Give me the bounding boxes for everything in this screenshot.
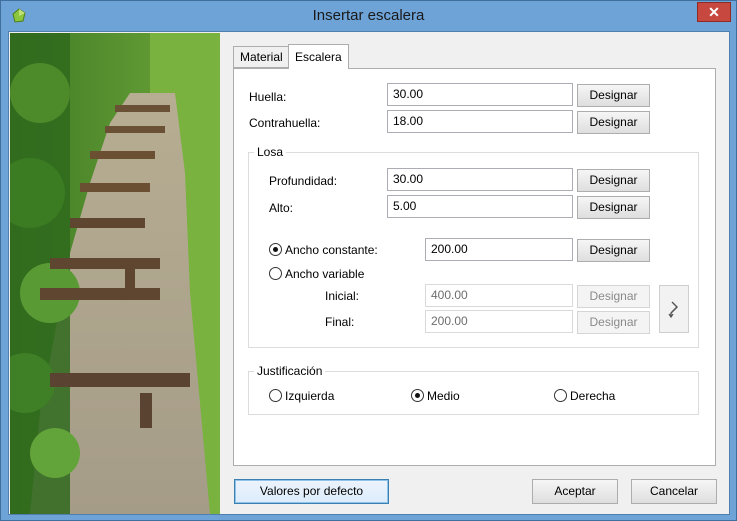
losa-legend: Losa (254, 145, 287, 159)
profundidad-designar-button[interactable]: Designar (577, 169, 650, 192)
derecha-radio[interactable] (554, 389, 567, 402)
alto-label: Alto: (269, 201, 294, 215)
contrahuella-input[interactable]: 18.00 (387, 110, 573, 133)
huella-label: Huella: (249, 90, 287, 104)
cancel-button[interactable]: Cancelar (631, 479, 717, 504)
profundidad-label: Profundidad: (269, 174, 338, 188)
dialog-window: Insertar escalera ✕ Material Escalera Hu… (0, 0, 737, 521)
ancho-variable-label[interactable]: Ancho variable (285, 267, 364, 281)
close-button[interactable]: ✕ (697, 2, 731, 22)
window-title: Insertar escalera (312, 7, 425, 24)
swap-widths-button[interactable] (659, 285, 689, 333)
final-input[interactable]: 200.00 (425, 310, 573, 333)
ancho-constante-label[interactable]: Ancho constante: (285, 243, 378, 257)
izquierda-radio[interactable] (269, 389, 282, 402)
tab-escalera[interactable]: Escalera (288, 44, 349, 69)
stairs-photo (10, 33, 220, 514)
derecha-label[interactable]: Derecha (570, 389, 615, 403)
defaults-button[interactable]: Valores por defecto (234, 479, 389, 504)
justificacion-legend: Justificación (254, 364, 326, 378)
ancho-constante-input[interactable]: 200.00 (425, 238, 573, 261)
medio-radio[interactable] (411, 389, 424, 402)
ancho-constante-designar-button[interactable]: Designar (577, 239, 650, 262)
tab-material[interactable]: Material (233, 46, 290, 68)
medio-label[interactable]: Medio (427, 389, 460, 403)
radio-selected-dot (415, 393, 420, 398)
escalera-tab-panel: Huella: 30.00 Designar Contrahuella: 18.… (233, 68, 716, 466)
swap-arrows-icon (668, 301, 678, 319)
dialog-client-area: Material Escalera Huella: 30.00 Designar… (8, 31, 730, 515)
huella-input[interactable]: 30.00 (387, 83, 573, 106)
ancho-variable-radio[interactable] (269, 267, 282, 280)
huella-designar-button[interactable]: Designar (577, 84, 650, 107)
final-designar-button[interactable]: Designar (577, 311, 650, 334)
inicial-designar-button[interactable]: Designar (577, 285, 650, 308)
alto-input[interactable]: 5.00 (387, 195, 573, 218)
final-label: Final: (325, 315, 355, 329)
profundidad-input[interactable]: 30.00 (387, 168, 573, 191)
alto-designar-button[interactable]: Designar (577, 196, 650, 219)
ancho-constante-radio[interactable] (269, 243, 282, 256)
accept-button[interactable]: Aceptar (532, 479, 618, 504)
contrahuella-label: Contrahuella: (249, 116, 321, 130)
title-bar[interactable]: Insertar escalera ✕ (1, 1, 736, 31)
radio-selected-dot (273, 247, 278, 252)
inicial-input[interactable]: 400.00 (425, 284, 573, 307)
contrahuella-designar-button[interactable]: Designar (577, 111, 650, 134)
izquierda-label[interactable]: Izquierda (285, 389, 334, 403)
inicial-label: Inicial: (325, 289, 360, 303)
